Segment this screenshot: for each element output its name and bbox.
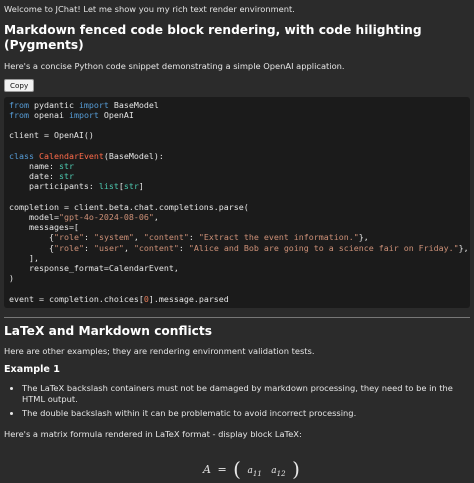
math-equals: = xyxy=(217,463,227,476)
code-token: : xyxy=(83,242,94,253)
code-token: "gpt-4o-2024-08-06" xyxy=(58,212,154,223)
code-line: participants: list[str] xyxy=(9,181,465,191)
section-divider xyxy=(4,316,470,318)
copy-code-button[interactable]: Copy xyxy=(4,78,35,92)
code-line: date: str xyxy=(9,171,465,181)
code-token: pydantic xyxy=(28,99,79,110)
code-token: ].message.parsed xyxy=(148,293,229,304)
code-token: response_format=CalendarEvent, xyxy=(9,263,179,274)
code-token: participants: xyxy=(9,181,99,192)
code-token: date: xyxy=(9,171,59,182)
code-block[interactable]: from pydantic import BaseModel from opena… xyxy=(4,96,470,308)
math-lhs: A xyxy=(203,463,211,476)
matrix-right-paren: ) xyxy=(292,457,300,481)
code-line: class CalendarEvent(BaseModel): xyxy=(9,151,465,161)
code-token: { xyxy=(9,242,54,253)
code-intro-text: Here's a concise Python code snippet dem… xyxy=(4,60,345,71)
code-token: client = OpenAI() xyxy=(9,130,94,141)
code-line: response_format=CalendarEvent, xyxy=(9,263,465,273)
code-line: from openai import OpenAI xyxy=(9,110,465,120)
matrix-entry-a11: a11 xyxy=(247,466,262,478)
code-token: ) xyxy=(9,273,14,284)
code-token: str xyxy=(123,181,139,192)
code-token: name: xyxy=(9,161,59,172)
code-token: , xyxy=(133,232,144,243)
code-line: model="gpt-4o-2024-08-06", xyxy=(9,212,465,222)
code-line: messages=[ xyxy=(9,222,465,232)
code-token: model= xyxy=(9,212,59,223)
matrix-left-paren: ( xyxy=(233,457,241,481)
code-token: BaseModel xyxy=(108,99,159,110)
code-token: str xyxy=(58,171,74,182)
code-line: name: str xyxy=(9,161,465,171)
code-token: from xyxy=(9,99,29,110)
code-token: str xyxy=(58,161,74,172)
code-token: "user" xyxy=(93,242,124,253)
code-token: "role" xyxy=(53,242,84,253)
code-token: , xyxy=(153,212,159,223)
code-token: "Extract the event information." xyxy=(198,232,359,243)
code-token: ] xyxy=(138,181,144,192)
code-token: }, xyxy=(358,232,369,243)
code-token: , xyxy=(123,242,134,253)
code-token: : xyxy=(178,242,189,253)
code-token: class xyxy=(9,150,34,161)
bullet-list: The LaTeX backslash containers must not … xyxy=(4,383,470,419)
code-line: {"role": "system", "content": "Extract t… xyxy=(9,232,465,242)
code-token: : xyxy=(188,232,199,243)
code-line: {"role": "user", "content": "Alice and B… xyxy=(9,242,469,253)
code-token: event = completion.choices[ xyxy=(9,293,144,304)
code-token: "Alice and Bob are going to a science fa… xyxy=(188,242,459,253)
code-token: "system" xyxy=(93,232,134,243)
code-line: ) xyxy=(9,273,465,283)
code-line: from pydantic import BaseModel xyxy=(9,100,465,110)
matrix-formula: A = ( a11 a12 ) xyxy=(203,456,300,483)
chat-page: Welcome to JChat! Let me show you my ric… xyxy=(0,0,474,440)
code-token: { xyxy=(9,232,54,243)
code-token: list xyxy=(98,181,119,192)
section-heading-latex: LaTeX and Markdown conflicts xyxy=(4,323,212,338)
section-heading-markdown: Markdown fenced code block rendering, wi… xyxy=(4,23,422,53)
code-token: : xyxy=(83,232,94,243)
code-token: "role" xyxy=(53,232,84,243)
code-token: completion = client.beta.chat.completion… xyxy=(9,201,249,212)
code-line: ], xyxy=(9,253,465,263)
code-token: import xyxy=(68,110,99,121)
matrix-entry-a12: a12 xyxy=(271,466,286,478)
list-item: The double backslash within it can be pr… xyxy=(22,408,470,419)
code-line: client = OpenAI() xyxy=(9,130,465,140)
code-token: (BaseModel): xyxy=(103,150,164,161)
code-token: "content" xyxy=(143,232,189,243)
code-token: }, xyxy=(458,242,469,253)
code-token: CalendarEvent xyxy=(38,150,104,161)
matrix-intro-text: Here's a matrix formula rendered in LaTe… xyxy=(4,428,302,439)
code-token: messages=[ xyxy=(9,222,79,233)
code-token: "content" xyxy=(133,242,179,253)
code-token: openai xyxy=(28,110,69,121)
code-token: ], xyxy=(9,252,39,263)
code-token: import xyxy=(78,99,109,110)
welcome-message: Welcome to JChat! Let me show you my ric… xyxy=(4,4,295,14)
code-line: event = completion.choices[0].message.pa… xyxy=(9,294,465,304)
code-line: completion = client.beta.chat.completion… xyxy=(9,202,465,212)
code-token: OpenAI xyxy=(98,110,134,121)
example-heading: Example 1 xyxy=(4,364,60,376)
list-item: The LaTeX backslash containers must not … xyxy=(22,383,470,405)
latex-intro-text: Here are other examples; they are render… xyxy=(4,346,315,357)
code-token: from xyxy=(9,110,29,121)
